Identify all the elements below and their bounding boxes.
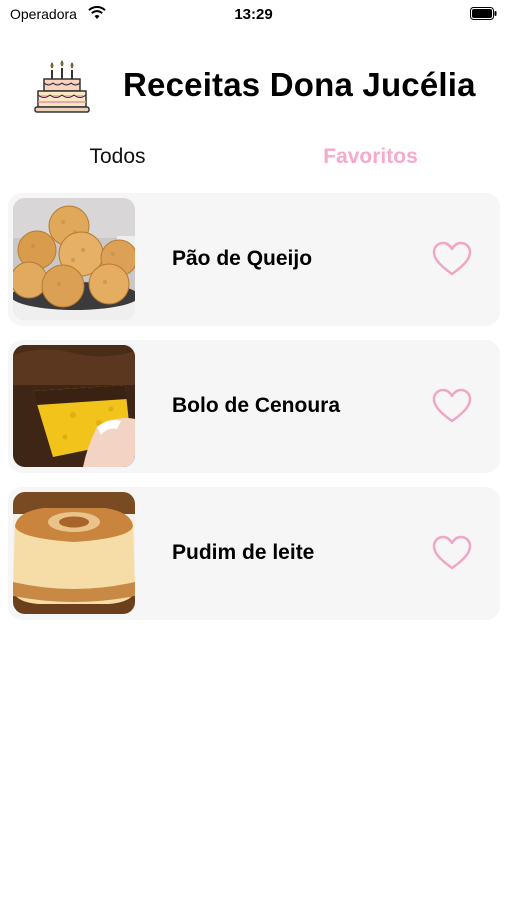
clock: 13:29 [234,6,273,23]
bolo-de-cenoura-photo [13,345,135,467]
app-title: Receitas Dona Jucélia [123,66,476,103]
recipe-card-pudim-de-leite[interactable]: Pudim de leite [8,487,500,620]
pudim-de-leite-photo [13,492,135,614]
tab-bar: Todos Favoritos [0,145,507,177]
tab-favoritos[interactable]: Favoritos [293,145,448,177]
heart-icon[interactable] [432,388,472,424]
recipe-card-bolo-de-cenoura[interactable]: Bolo de Cenoura [8,340,500,473]
app-header: Receitas Dona Jucélia [0,52,507,122]
recipe-title: Pudim de leite [172,541,315,564]
status-bar: Operadora 13:29 [0,0,507,30]
birthday-cake-icon [34,60,90,113]
tab-todos[interactable]: Todos [40,145,195,177]
recipe-title: Pão de Queijo [172,247,313,270]
recipe-card-pao-de-queijo[interactable]: Pão de Queijo [8,193,500,326]
recipe-title: Bolo de Cenoura [172,394,341,417]
heart-icon[interactable] [432,535,472,571]
battery-icon [470,7,497,20]
heart-icon[interactable] [432,241,472,277]
recipe-list: Pão de Queijo Bolo de Cenoura Pudim de l… [8,193,500,634]
pao-de-queijo-photo [13,198,135,320]
